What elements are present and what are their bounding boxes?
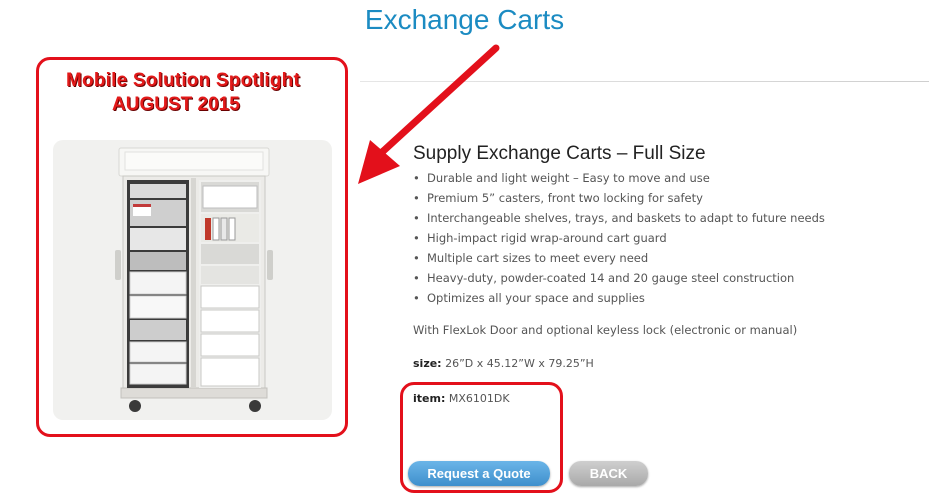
back-button[interactable]: BACK	[569, 461, 648, 486]
bullet-icon: •	[413, 171, 420, 185]
feature-item: • Durable and light weight – Easy to move…	[413, 171, 710, 185]
product-image	[53, 140, 332, 420]
product-title: Supply Exchange Carts – Full Size	[413, 143, 706, 164]
bullet-icon: •	[413, 251, 420, 265]
bullet-icon: •	[413, 191, 420, 205]
size-label: size:	[413, 357, 442, 370]
bullet-icon: •	[413, 271, 420, 285]
size-spec: size: 26”D x 45.12”W x 79.25”H	[413, 357, 594, 370]
feature-item: • Premium 5” casters, front two locking f…	[413, 191, 703, 205]
page-title: Exchange Carts	[364, 4, 565, 35]
item-label: item:	[413, 392, 446, 405]
spotlight-date: AUGUST 2015	[112, 94, 240, 115]
request-quote-button[interactable]: Request a Quote	[408, 461, 550, 486]
feature-item: • Heavy-duty, powder-coated 14 and 20 gau…	[413, 271, 795, 285]
feature-item: • High-impact rigid wrap-around cart guar…	[413, 231, 667, 245]
feature-list: • Durable and light weight – Easy to move…	[413, 170, 825, 310]
feature-item: • Multiple cart sizes to meet every need	[413, 251, 649, 265]
item-value: MX6101DK	[448, 392, 510, 405]
feature-item: • Optimizes all your space and supplies	[413, 291, 645, 305]
bullet-icon: •	[413, 291, 420, 305]
bullet-icon: •	[413, 211, 420, 225]
product-note: With FlexLok Door and optional keyless l…	[413, 323, 798, 337]
item-spec: item: MX6101DK	[413, 392, 510, 405]
size-value: 26”D x 45.12”W x 79.25”H	[445, 357, 594, 370]
feature-item: • Interchangeable shelves, trays, and bas…	[413, 211, 825, 225]
supply-cart-illustration	[115, 147, 273, 412]
spotlight-heading: Mobile Solution Spotlight	[66, 70, 301, 91]
bullet-icon: •	[413, 231, 420, 245]
